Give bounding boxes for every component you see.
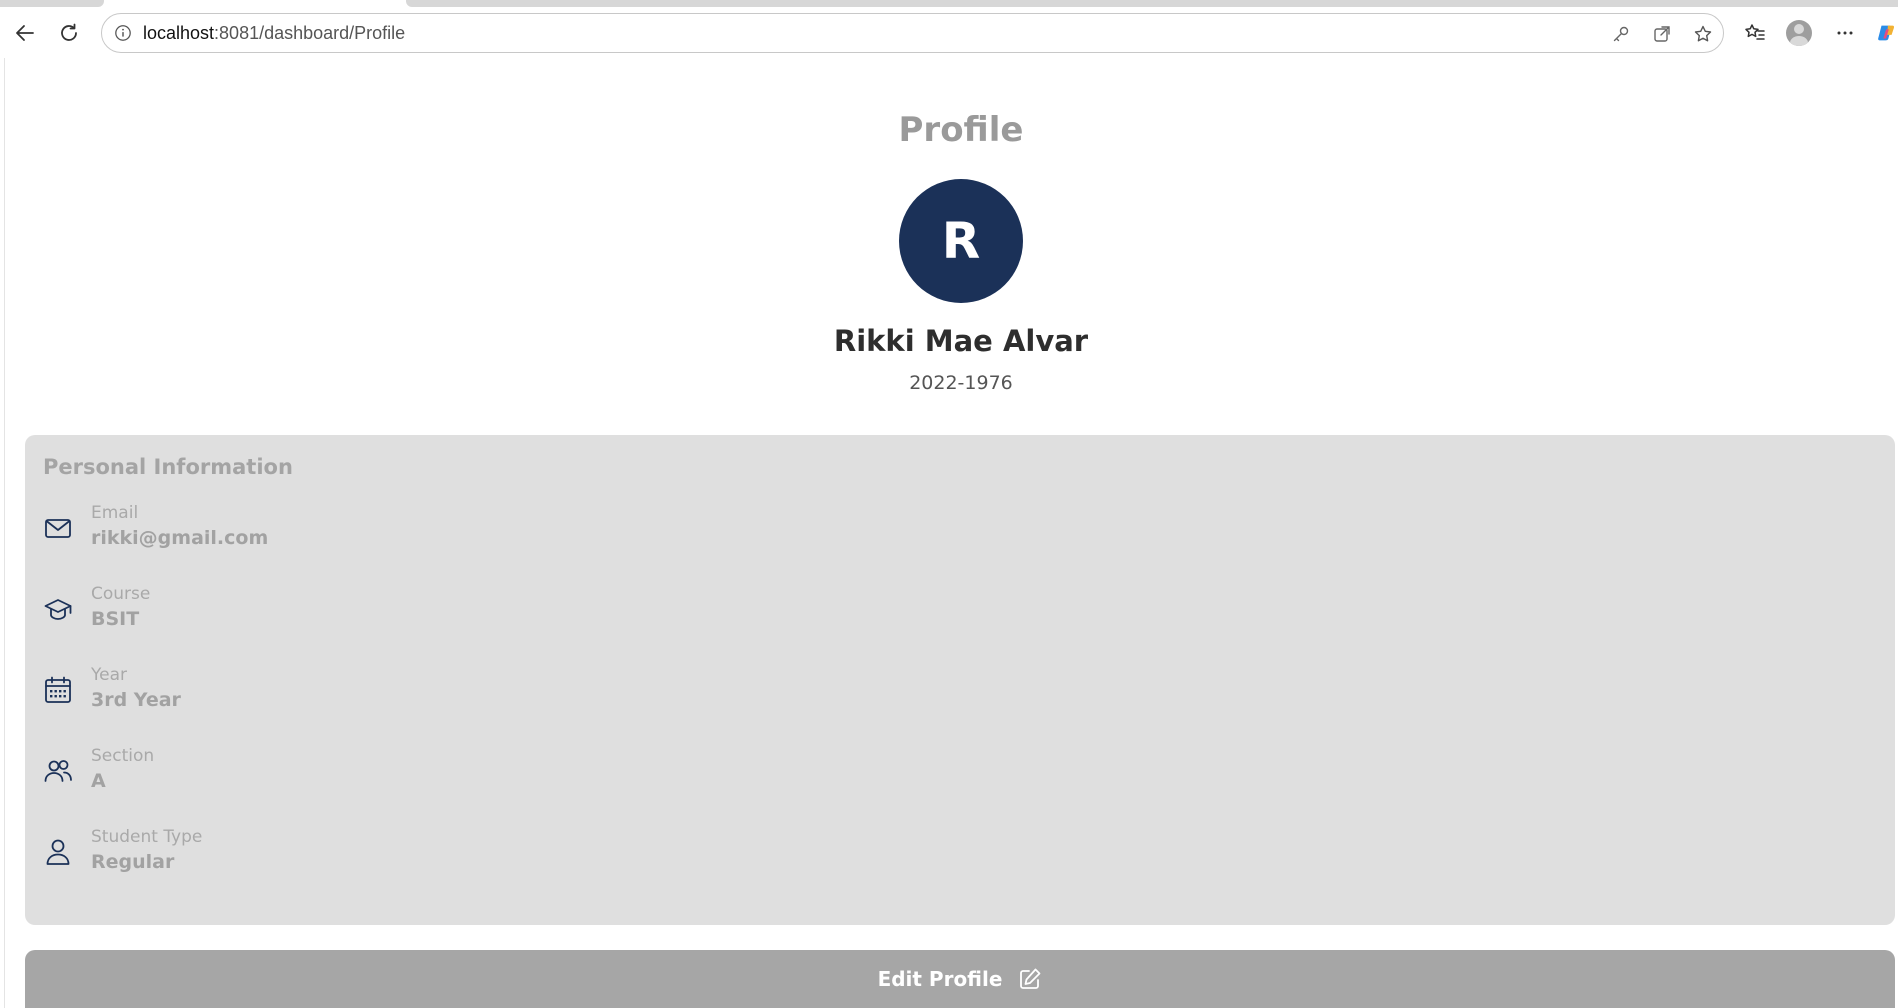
field-label: Student Type bbox=[91, 827, 203, 847]
field-value: rikki@gmail.com bbox=[91, 527, 269, 549]
card-title: Personal Information bbox=[43, 455, 293, 479]
field-label: Email bbox=[91, 503, 139, 523]
favorites-button[interactable] bbox=[1738, 16, 1772, 50]
more-dots-icon bbox=[1837, 31, 1853, 35]
address-bar[interactable]: localhost:8081/dashboard/Profile bbox=[101, 13, 1724, 53]
user-name: Rikki Mae Alvar bbox=[833, 324, 1089, 358]
mail-icon bbox=[43, 513, 73, 543]
url-host: localhost bbox=[143, 23, 215, 43]
info-row-email: Email rikki@gmail.com bbox=[43, 503, 1443, 567]
url-text[interactable]: localhost:8081/dashboard/Profile bbox=[143, 14, 405, 52]
info-row-course: Course BSIT bbox=[43, 584, 1443, 648]
back-button[interactable] bbox=[8, 16, 42, 50]
avatar-initial: R bbox=[941, 212, 981, 270]
info-row-year: Year 3rd Year bbox=[43, 665, 1443, 729]
user-icon bbox=[43, 837, 73, 867]
personal-information-card: Personal Information Email rikki@gmail.c… bbox=[25, 435, 1895, 925]
tab-right[interactable] bbox=[406, 0, 1898, 7]
student-id: 2022-1976 bbox=[909, 372, 1013, 394]
copilot-icon bbox=[1878, 25, 1895, 41]
profile-avatar-icon bbox=[1786, 20, 1812, 46]
calendar-icon bbox=[43, 675, 73, 705]
url-path: :8081/dashboard/Profile bbox=[214, 23, 406, 43]
edit-icon bbox=[1020, 968, 1041, 989]
field-value: 3rd Year bbox=[91, 689, 181, 711]
favorite-star-icon[interactable] bbox=[1690, 21, 1716, 47]
field-label: Section bbox=[91, 746, 155, 766]
page-title: Profile bbox=[898, 110, 1024, 150]
favorites-list-icon bbox=[1745, 24, 1765, 40]
field-value: A bbox=[91, 770, 106, 792]
field-label: Year bbox=[91, 665, 127, 685]
graduation-cap-icon bbox=[43, 594, 73, 624]
edit-profile-button[interactable]: Edit Profile bbox=[25, 950, 1895, 1008]
tab-left[interactable] bbox=[0, 0, 104, 7]
field-value: Regular bbox=[91, 851, 175, 873]
users-icon bbox=[43, 756, 73, 786]
key-icon[interactable] bbox=[1608, 21, 1634, 47]
info-row-section: Section A bbox=[43, 746, 1443, 810]
site-info-icon[interactable] bbox=[112, 22, 134, 44]
avatar: R bbox=[899, 179, 1023, 303]
profile-button[interactable] bbox=[1782, 16, 1816, 50]
field-label: Course bbox=[91, 584, 151, 604]
reload-button[interactable] bbox=[52, 16, 86, 50]
browser-toolbar: localhost:8081/dashboard/Profile bbox=[0, 8, 1898, 58]
copilot-button[interactable] bbox=[1872, 16, 1898, 50]
field-value: BSIT bbox=[91, 608, 140, 630]
more-menu-button[interactable] bbox=[1828, 16, 1862, 50]
tab-strip bbox=[0, 0, 1898, 8]
page-content: Profile R Rikki Mae Alvar 2022-1976 Pers… bbox=[4, 58, 1898, 1008]
open-in-app-icon[interactable] bbox=[1649, 21, 1675, 47]
info-row-student-type: Student Type Regular bbox=[43, 827, 1443, 891]
edit-profile-label: Edit Profile bbox=[877, 967, 1003, 991]
arrow-left-icon bbox=[16, 25, 34, 41]
reload-icon bbox=[61, 23, 77, 41]
